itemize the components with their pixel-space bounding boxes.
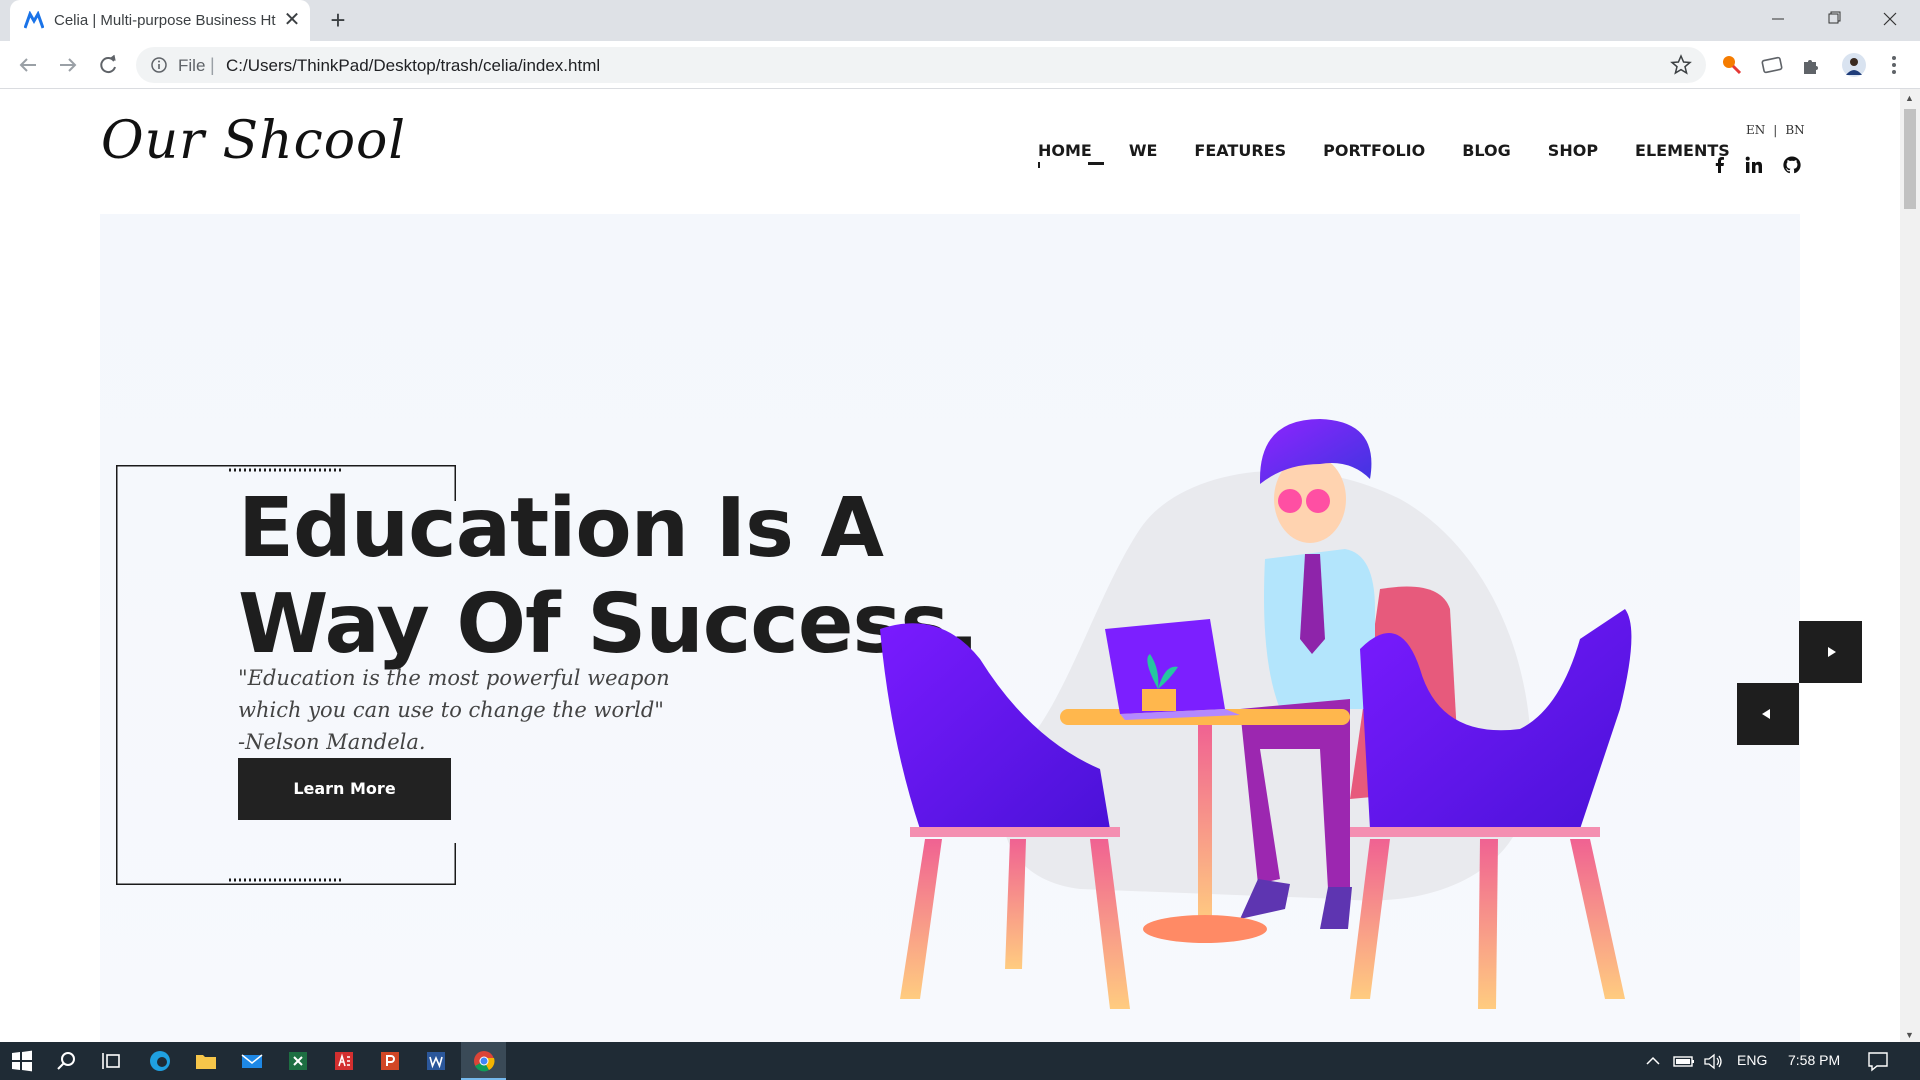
menu-item-home[interactable]: HOME — [1038, 141, 1092, 160]
site-favicon-icon — [24, 11, 44, 29]
hero-heading-line1: Education Is A — [238, 481, 884, 576]
learn-more-button[interactable]: Learn More — [238, 758, 451, 820]
student-laptop-illustration — [880, 419, 1632, 1009]
profile-avatar-icon[interactable] — [1842, 53, 1866, 77]
slider-prev-button[interactable] — [1737, 683, 1799, 745]
search-icon[interactable] — [55, 1049, 79, 1073]
lang-bn[interactable]: BN — [1785, 123, 1804, 137]
tab-close-icon[interactable]: ✕ — [280, 8, 304, 32]
quote-author: -Nelson Mandela. — [238, 730, 426, 754]
github-icon[interactable] — [1782, 155, 1802, 175]
quote-line1: "Education is the most powerful weapon — [238, 666, 670, 690]
url-separator: | — [210, 55, 215, 75]
mail-icon[interactable] — [240, 1049, 264, 1073]
reload-icon[interactable] — [92, 49, 124, 81]
minimize-button[interactable] — [1750, 0, 1806, 38]
linkedin-icon[interactable] — [1744, 155, 1764, 175]
web-page: Our Shcool HOME WE FEATURES PORTFOLIO BL… — [0, 89, 1900, 1042]
menu-item-shop[interactable]: SHOP — [1548, 141, 1598, 160]
browser-menu-icon[interactable] — [1882, 53, 1906, 77]
info-icon[interactable] — [150, 56, 168, 74]
menu-item-we[interactable]: WE — [1129, 141, 1158, 160]
main-menu: HOME WE FEATURES PORTFOLIO BLOG SHOP ELE… — [1038, 141, 1767, 160]
back-arrow-icon[interactable] — [12, 49, 44, 81]
tray-chevron-up-icon[interactable] — [1644, 1049, 1662, 1073]
url-scheme: File — [178, 56, 206, 75]
clock-time[interactable]: 7:58 PM — [1788, 1052, 1840, 1068]
extensions-puzzle-icon[interactable] — [1800, 53, 1824, 77]
extension-card-icon[interactable] — [1760, 53, 1784, 77]
windows-start-icon[interactable] — [10, 1049, 34, 1073]
hero-heading: Education Is A Way Of Success. — [238, 481, 979, 673]
chrome-taskbar-button[interactable] — [461, 1042, 506, 1080]
hero-heading-line2: Way Of Success. — [238, 577, 979, 672]
scroll-thumb[interactable] — [1904, 109, 1916, 209]
page-scrollbar[interactable]: ▲ ▼ — [1900, 89, 1920, 1042]
scroll-down-icon[interactable]: ▼ — [1905, 1030, 1914, 1040]
bookmark-star-icon[interactable] — [1670, 54, 1692, 76]
file-explorer-icon[interactable] — [194, 1049, 218, 1073]
chrome-icon — [474, 1051, 495, 1072]
tab-title: Celia | Multi-purpose Business Ht — [54, 12, 276, 29]
edge-icon[interactable] — [148, 1049, 172, 1073]
lang-en[interactable]: EN — [1746, 123, 1765, 137]
facebook-icon[interactable] — [1710, 155, 1730, 175]
restore-button[interactable] — [1806, 0, 1862, 38]
windows-taskbar: ENG 7:58 PM — [0, 1042, 1920, 1080]
quote-line2: which you can use to change the world" — [238, 698, 664, 722]
menu-item-features[interactable]: FEATURES — [1194, 141, 1286, 160]
hero-quote: "Education is the most powerful weapon w… — [238, 662, 670, 758]
excel-icon[interactable] — [286, 1049, 310, 1073]
address-bar[interactable]: File | C:/Users/ThinkPad/Desktop/trash/c… — [136, 47, 1706, 83]
browser-tab[interactable]: Celia | Multi-purpose Business Ht ✕ — [10, 0, 310, 41]
new-tab-button[interactable]: + — [324, 6, 352, 34]
site-logo[interactable]: Our Shcool — [101, 111, 406, 171]
menu-item-portfolio[interactable]: PORTFOLIO — [1323, 141, 1425, 160]
acrobat-icon[interactable] — [332, 1049, 356, 1073]
browser-titlebar: Celia | Multi-purpose Business Ht ✕ + — [0, 0, 1920, 41]
battery-icon[interactable] — [1672, 1049, 1696, 1073]
notifications-icon[interactable] — [1866, 1049, 1890, 1073]
powerpoint-icon[interactable] — [378, 1049, 402, 1073]
task-view-icon[interactable] — [100, 1049, 124, 1073]
word-icon[interactable] — [424, 1049, 448, 1073]
input-language[interactable]: ENG — [1737, 1052, 1767, 1068]
menu-item-blog[interactable]: BLOG — [1462, 141, 1511, 160]
slider-next-button[interactable] — [1799, 621, 1862, 683]
language-switcher: EN | BN — [1742, 123, 1809, 137]
browser-toolbar: File | C:/Users/ThinkPad/Desktop/trash/c… — [0, 41, 1920, 89]
forward-arrow-icon[interactable] — [52, 49, 84, 81]
url-text[interactable]: C:/Users/ThinkPad/Desktop/trash/celia/in… — [226, 56, 600, 76]
scroll-up-icon[interactable]: ▲ — [1905, 93, 1914, 103]
volume-icon[interactable] — [1702, 1049, 1726, 1073]
extension-key-icon[interactable] — [1720, 53, 1744, 77]
close-window-button[interactable] — [1862, 0, 1918, 38]
lang-separator: | — [1773, 123, 1778, 137]
